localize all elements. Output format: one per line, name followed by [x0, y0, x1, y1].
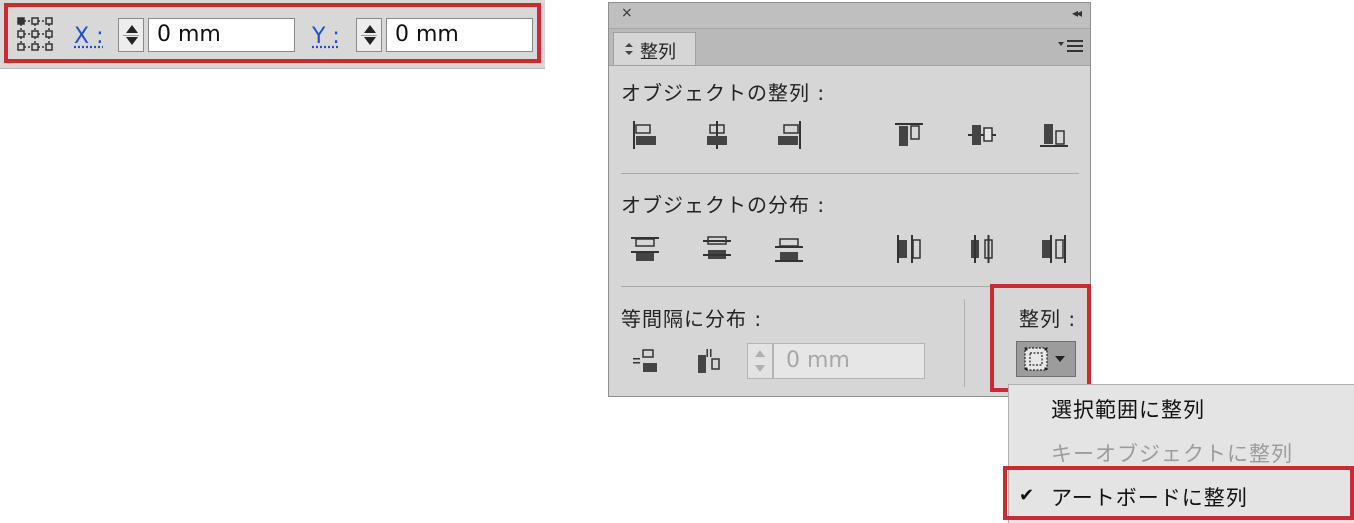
vertical-distribute-space-icon[interactable] — [627, 343, 663, 379]
control-bar: X : 0 mm Y : 0 mm — [0, 0, 545, 69]
horizontal-distribute-left-icon[interactable] — [891, 231, 927, 267]
vertical-align-top-icon[interactable] — [891, 117, 927, 153]
vertical-align-bottom-icon[interactable] — [1036, 117, 1072, 153]
tab-align[interactable]: 整列 — [613, 32, 696, 65]
horizontal-distribute-right-icon[interactable] — [1036, 231, 1072, 267]
spacing-stepper-icon — [747, 343, 773, 379]
menu-item-align-to-selection[interactable]: 選択範囲に整列 — [1051, 394, 1205, 424]
vertical-distribute-top-icon[interactable] — [627, 231, 663, 267]
section-divider — [964, 299, 965, 387]
tab-label: 整列 — [640, 38, 676, 64]
align-objects-title: オブジェクトの整列 : — [621, 77, 825, 106]
collapse-icon[interactable]: ◂◂ — [1072, 6, 1080, 20]
close-icon[interactable]: × — [621, 5, 633, 21]
vertical-align-center-icon[interactable] — [964, 117, 1000, 153]
highlight-box — [4, 3, 541, 63]
section-divider — [621, 173, 1079, 174]
highlight-box — [1003, 466, 1354, 520]
spacing-input: 0 mm — [773, 343, 925, 379]
panel-tab-row: 整列 — [609, 29, 1090, 66]
expand-toggle-icon[interactable] — [623, 43, 635, 55]
distribute-objects-title: オブジェクトの分布 : — [621, 189, 825, 218]
panel-menu-icon[interactable] — [1058, 39, 1084, 53]
panel-title-bar[interactable]: × ◂◂ — [609, 3, 1090, 29]
distribute-spacing-title: 等間隔に分布 : — [621, 303, 762, 332]
vertical-distribute-bottom-icon[interactable] — [771, 231, 807, 267]
horizontal-align-left-icon[interactable] — [627, 117, 663, 153]
highlight-box — [990, 284, 1091, 392]
horizontal-distribute-space-icon[interactable] — [691, 343, 727, 379]
vertical-distribute-center-icon[interactable] — [699, 231, 735, 267]
menu-item-align-to-key-object: キーオブジェクトに整列 — [1051, 438, 1293, 468]
horizontal-align-center-icon[interactable] — [699, 117, 735, 153]
horizontal-align-right-icon[interactable] — [771, 117, 807, 153]
horizontal-distribute-center-icon[interactable] — [964, 231, 1000, 267]
